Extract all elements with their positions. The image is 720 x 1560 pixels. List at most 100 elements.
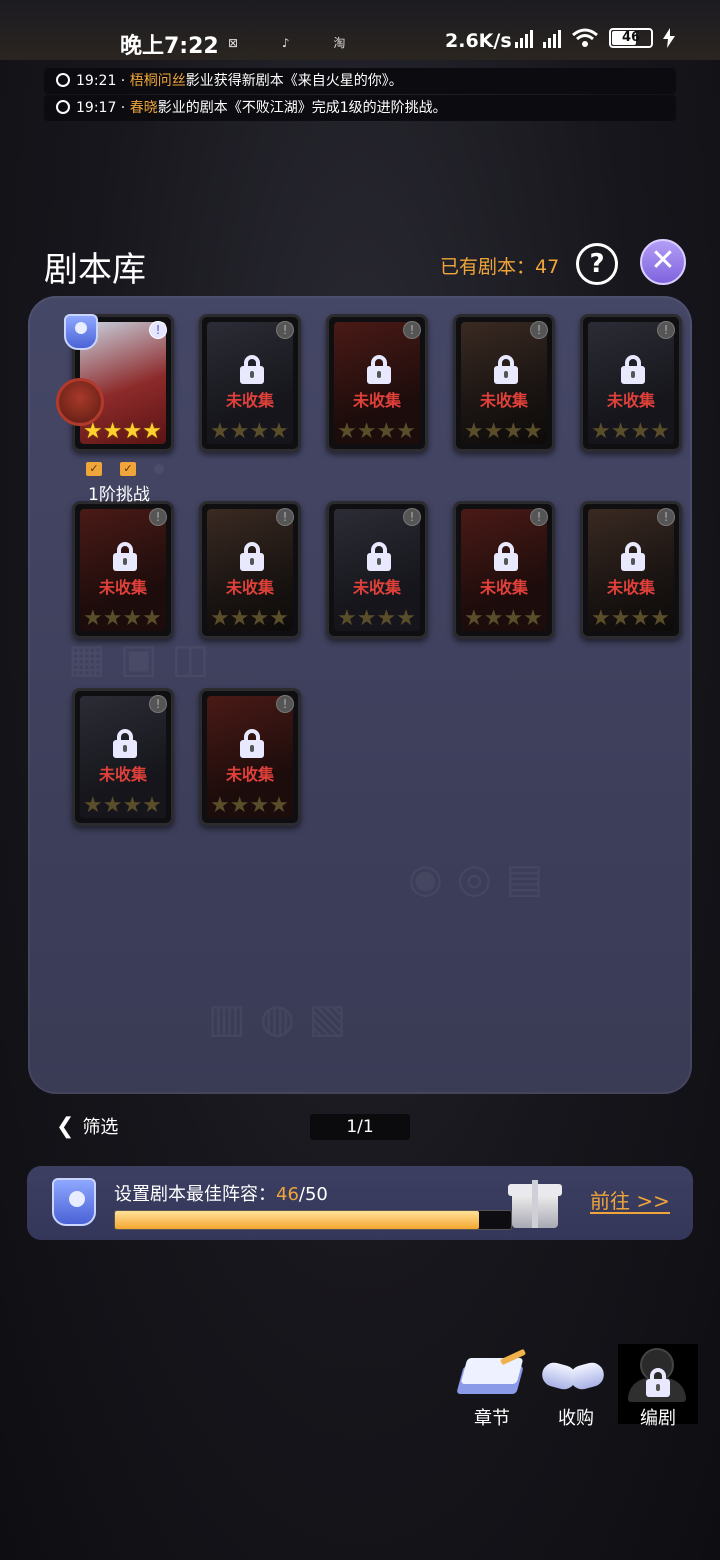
- checkbox-checked-icon: ✓: [86, 462, 102, 476]
- background-decoration: ▦ ▣ ◫: [68, 636, 210, 682]
- script-card-locked[interactable]: ! 未收集 ★★★★: [72, 688, 174, 826]
- script-card-locked[interactable]: ! 未收集 ★★★★: [72, 501, 174, 639]
- star-rating: ★★★★: [337, 606, 416, 631]
- status-bar: 晚上7:22 ⊠ ♪ 淘 2.6K/s 46: [0, 0, 720, 60]
- info-icon[interactable]: !: [276, 321, 294, 339]
- handshake-icon: [539, 1358, 607, 1394]
- chevron-left-icon: ❮: [56, 1114, 75, 1139]
- page-title: 剧本库: [44, 250, 146, 290]
- owned-scripts-count: 已有剧本：47: [440, 256, 560, 278]
- background-decoration: ◉ ◎ ▤: [408, 856, 544, 902]
- lineup-badge-icon: [64, 314, 98, 350]
- star-rating: ★★★★: [464, 606, 543, 631]
- status-icons: 46: [515, 28, 675, 48]
- studio-name[interactable]: 梧桐问丝: [130, 73, 186, 89]
- star-rating: ★★★★: [337, 419, 416, 444]
- star-rating: ★★★★: [591, 606, 670, 631]
- lock-icon: [367, 355, 391, 384]
- lock-icon: [646, 1368, 670, 1397]
- not-collected-label: 未收集: [225, 391, 274, 410]
- info-icon[interactable]: !: [149, 695, 167, 713]
- script-card-locked[interactable]: ! 未收集 ★★★★: [199, 688, 301, 826]
- info-icon[interactable]: !: [403, 508, 421, 526]
- star-rating: ★★★★: [591, 419, 670, 444]
- lock-icon: [494, 542, 518, 571]
- star-rating: ★★★★: [210, 606, 289, 631]
- help-icon[interactable]: ?: [576, 243, 618, 285]
- script-card-locked[interactable]: ! 未收集 ★★★★: [580, 314, 682, 452]
- info-icon[interactable]: !: [530, 508, 548, 526]
- battery-icon: 46: [609, 28, 653, 48]
- actor-avatar[interactable]: [56, 378, 104, 426]
- lineup-badge-icon: [52, 1178, 96, 1228]
- star-rating: ★★★★: [83, 606, 162, 631]
- info-icon[interactable]: !: [276, 695, 294, 713]
- close-button[interactable]: ✕: [640, 239, 686, 285]
- cell-signal-icon: [515, 28, 533, 48]
- info-icon[interactable]: !: [149, 508, 167, 526]
- star-rating: ★★★★: [464, 419, 543, 444]
- filter-button[interactable]: ❮ 筛选: [56, 1113, 118, 1139]
- screenwriter-label: 编剧: [640, 1408, 676, 1429]
- not-collected-label: 未收集: [606, 578, 655, 597]
- news-item: 19:17 · 春晓影业的剧本《不败江湖》完成1级的进阶挑战。: [44, 95, 676, 121]
- lock-icon: [494, 355, 518, 384]
- progress-fill: [115, 1211, 480, 1229]
- info-icon[interactable]: !: [657, 508, 675, 526]
- not-collected-label: 未收集: [98, 578, 147, 597]
- script-card-locked[interactable]: ! 未收集 ★★★★: [326, 314, 428, 452]
- notification-app-icons: ⊠ ♪ 淘: [228, 36, 366, 50]
- clock-icon: [56, 100, 70, 114]
- challenge-progress: ✓ ✓: [86, 462, 164, 476]
- script-card-locked[interactable]: ! 未收集 ★★★★: [326, 501, 428, 639]
- script-card-locked[interactable]: ! 未收集 ★★★★: [199, 501, 301, 639]
- lock-icon: [240, 729, 264, 758]
- battery-level: 46: [621, 30, 641, 45]
- info-icon[interactable]: !: [149, 321, 167, 339]
- gift-box-icon[interactable]: [508, 1174, 562, 1230]
- lock-icon: [621, 542, 645, 571]
- info-icon[interactable]: !: [657, 321, 675, 339]
- not-collected-label: 未收集: [225, 578, 274, 597]
- page-indicator: 1/1: [310, 1114, 410, 1140]
- challenge-label: 1阶挑战: [88, 485, 150, 505]
- checkbox-checked-icon: ✓: [120, 462, 136, 476]
- lock-icon: [240, 355, 264, 384]
- not-collected-label: 未收集: [479, 578, 528, 597]
- lock-icon: [113, 542, 137, 571]
- script-card-locked[interactable]: ! 未收集 ★★★★: [453, 501, 555, 639]
- script-card-locked[interactable]: ! 未收集 ★★★★: [453, 314, 555, 452]
- news-item: 19:21 · 梧桐问丝影业获得新剧本《来自火星的你》。: [44, 68, 676, 94]
- star-rating: ★★★★: [210, 793, 289, 818]
- script-card-locked[interactable]: ! 未收集 ★★★★: [199, 314, 301, 452]
- not-collected-label: 未收集: [606, 391, 655, 410]
- not-collected-label: 未收集: [352, 578, 401, 597]
- not-collected-label: 未收集: [479, 391, 528, 410]
- lock-icon: [621, 355, 645, 384]
- progress-dot-empty: [154, 464, 164, 474]
- book-icon: [456, 1348, 527, 1396]
- lock-icon: [113, 729, 137, 758]
- info-icon[interactable]: !: [403, 321, 421, 339]
- network-speed: 2.6K/s: [445, 30, 512, 52]
- info-icon[interactable]: !: [276, 508, 294, 526]
- status-time: 晚上7:22: [120, 34, 219, 59]
- studio-name[interactable]: 春晓: [130, 100, 158, 116]
- best-lineup-label: 设置剧本最佳阵容：46/50: [114, 1184, 328, 1205]
- script-card-locked[interactable]: ! 未收集 ★★★★: [580, 501, 682, 639]
- goto-button[interactable]: 前往 >>: [590, 1190, 670, 1214]
- clock-icon: [56, 73, 70, 87]
- star-rating: ★★★★: [210, 419, 289, 444]
- wifi-icon: [572, 28, 598, 47]
- not-collected-label: 未收集: [352, 391, 401, 410]
- best-lineup-progress-bar: [114, 1210, 512, 1230]
- star-rating: ★★★★: [83, 419, 162, 444]
- not-collected-label: 未收集: [225, 765, 274, 784]
- hd-signal-icon: [543, 28, 561, 48]
- charging-icon: [663, 28, 675, 48]
- background-decoration: ▥ ◍ ▧: [208, 996, 347, 1042]
- star-rating: ★★★★: [83, 793, 162, 818]
- info-icon[interactable]: !: [530, 321, 548, 339]
- not-collected-label: 未收集: [98, 765, 147, 784]
- lock-icon: [367, 542, 391, 571]
